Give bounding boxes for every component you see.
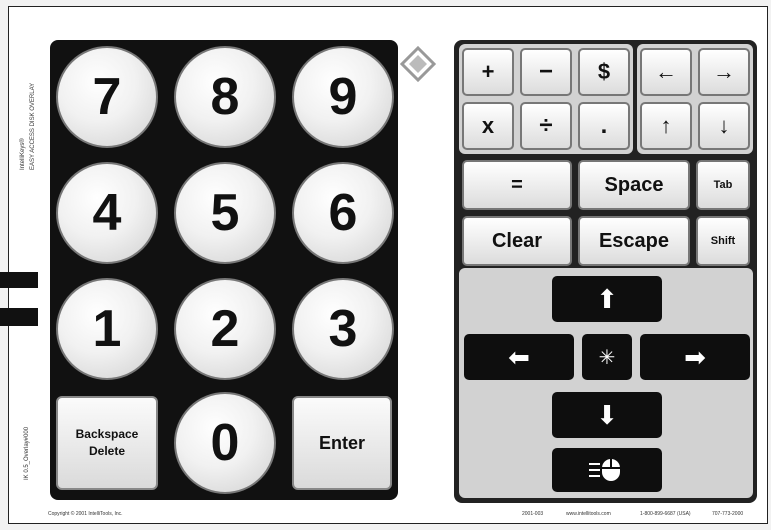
footer-phone-usa: 1-800-899-6687 (USA) (640, 511, 691, 517)
margin-bar-top (0, 272, 38, 288)
right-arrow-key[interactable]: → (698, 48, 750, 96)
delete-label: Delete (88, 444, 126, 458)
margin-title-line1: IntelliKeys® (20, 138, 26, 170)
equals-key[interactable]: = (462, 160, 572, 210)
divide-key[interactable]: ÷ (520, 102, 572, 150)
footer-code: 2001-003 (522, 511, 544, 517)
up-arrow-key[interactable]: ↑ (640, 102, 692, 150)
key-0[interactable]: 0 (174, 392, 276, 494)
mouse-center-button[interactable]: ✳ (582, 334, 632, 380)
times-key[interactable]: x (462, 102, 514, 150)
footer-phone: 707-773-2000 (712, 511, 744, 517)
key-1[interactable]: 1 (56, 278, 158, 380)
key-8[interactable]: 8 (174, 46, 276, 148)
margin-code: IK 0.5_Overlay#000 (24, 426, 30, 480)
shift-key[interactable]: Shift (696, 216, 750, 266)
key-3[interactable]: 3 (292, 278, 394, 380)
mouse-click-icon (589, 459, 620, 481)
key-5[interactable]: 5 (174, 162, 276, 264)
down-arrow-icon: ⬇ (596, 399, 618, 430)
mouse-up-button[interactable]: ⬆ (552, 276, 662, 322)
clear-key[interactable]: Clear (462, 216, 572, 266)
escape-key[interactable]: Escape (578, 216, 690, 266)
backspace-delete-key[interactable]: Backspace Delete (56, 396, 158, 490)
margin-bar-bottom (0, 308, 38, 326)
left-arrow-icon: ⬅ (508, 341, 530, 372)
footer-website: www.intellitools.com (566, 511, 611, 517)
intellitools-logo-icon (400, 46, 436, 82)
right-arrow-icon: ➡ (684, 341, 706, 372)
enter-key[interactable]: Enter (292, 396, 392, 490)
mouse-left-button[interactable]: ⬅ (464, 334, 574, 380)
dollar-key[interactable]: $ (578, 48, 630, 96)
key-4[interactable]: 4 (56, 162, 158, 264)
copyright-text: Copyright © 2001 IntelliTools, Inc. (48, 511, 123, 517)
down-arrow-key[interactable]: ↓ (698, 102, 750, 150)
tab-key[interactable]: Tab (696, 160, 750, 210)
key-7[interactable]: 7 (56, 46, 158, 148)
margin-title-line2: EASY ACCESS DISK OVERLAY (30, 82, 36, 170)
key-6[interactable]: 6 (292, 162, 394, 264)
left-arrow-key[interactable]: ← (640, 48, 692, 96)
crosshair-icon: ✳ (598, 346, 616, 369)
mouse-down-button[interactable]: ⬇ (552, 392, 662, 438)
minus-key[interactable]: − (520, 48, 572, 96)
key-2[interactable]: 2 (174, 278, 276, 380)
key-9[interactable]: 9 (292, 46, 394, 148)
space-key[interactable]: Space (578, 160, 690, 210)
up-arrow-icon: ⬆ (596, 283, 618, 314)
mouse-click-button[interactable] (552, 448, 662, 492)
mouse-right-button[interactable]: ➡ (640, 334, 750, 380)
backspace-label: Backspace (75, 427, 139, 441)
plus-key[interactable]: + (462, 48, 514, 96)
dot-key[interactable]: . (578, 102, 630, 150)
